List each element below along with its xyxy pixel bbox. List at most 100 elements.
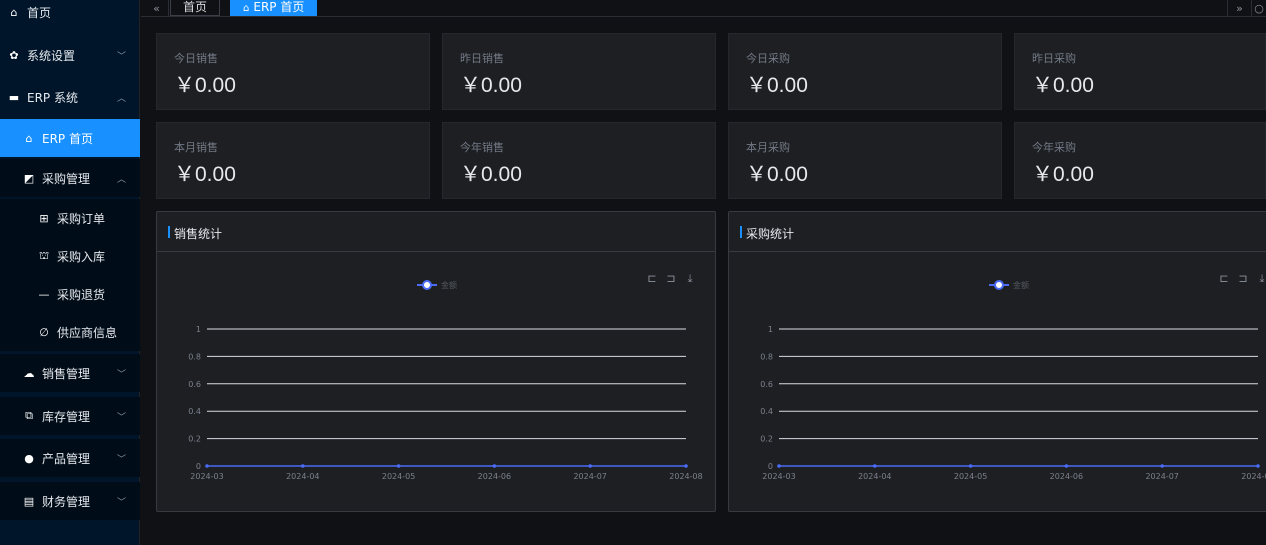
supplier-icon: ∅ bbox=[39, 325, 49, 339]
purchase-line-chart: 0 0.2 0.4 0.6 0.8 1 2024-03 2024-04 2024-05 2024-… bbox=[760, 280, 1266, 481]
sidebar-item-label: 供应商信息 bbox=[57, 325, 118, 340]
chevron-down-icon: ﹀ bbox=[116, 497, 126, 508]
sidebar-item-inventory-management[interactable]: ⧉ 库存管理 ﹀ bbox=[0, 397, 140, 435]
sidebar-item-purchase-return[interactable]: — 采购退货 bbox=[0, 275, 140, 313]
refresh-icon: ○ bbox=[1254, 1, 1264, 15]
sidebar-item-supplier-info[interactable]: ∅ 供应商信息 bbox=[0, 313, 140, 351]
y-tick-label: 0.6 bbox=[760, 380, 773, 389]
tab-label: ERP 首页 bbox=[253, 0, 305, 14]
y-tick-label: 0.2 bbox=[188, 435, 201, 444]
stat-label: 今日采购 bbox=[746, 52, 790, 65]
data-point bbox=[1064, 464, 1069, 468]
sidebar-item-label: 采购入库 bbox=[57, 249, 106, 264]
sidebar-item-label: 首页 bbox=[27, 5, 52, 20]
x-tick-label: 2024-03 bbox=[190, 472, 223, 481]
stat-value: ￥0.00 bbox=[460, 74, 522, 97]
stat-value: ￥0.00 bbox=[174, 163, 236, 186]
stat-card: 今日销售 ￥0.00 bbox=[156, 33, 430, 110]
stat-label: 今日销售 bbox=[174, 52, 218, 65]
stat-label: 本月采购 bbox=[746, 141, 790, 154]
sidebar-item-label: 库存管理 bbox=[42, 409, 91, 424]
cloud-icon: ☁ bbox=[23, 366, 35, 380]
tab-scroll-left-button[interactable]: « bbox=[145, 0, 169, 16]
minus-icon: — bbox=[38, 287, 50, 301]
tab-home[interactable]: 首页 bbox=[170, 0, 221, 16]
stat-value: ￥0.00 bbox=[1032, 74, 1094, 97]
sales-statistics-panel: 销售统计 ⊏ ⊐ ⤓ 0 0.2 0.4 0.6 0.8 1 2024-03 2024-04 2… bbox=[156, 211, 716, 512]
sidebar-item-erp-home[interactable]: ⌂ ERP 首页 bbox=[0, 119, 140, 157]
y-tick-label: 0.8 bbox=[188, 352, 201, 361]
panel-title: 采购统计 bbox=[746, 227, 795, 241]
sidebar-item-label: 系统设置 bbox=[27, 48, 76, 63]
sidebar-item-label: 采购退货 bbox=[57, 287, 106, 302]
x-tick-label: 2024-08 bbox=[1241, 472, 1266, 481]
sidebar-item-system-settings[interactable]: ✿ 系统设置 ﹀ bbox=[0, 36, 140, 74]
sidebar-item-label: 销售管理 bbox=[42, 366, 91, 381]
sidebar-item-sales-management[interactable]: ☁ 销售管理 ﹀ bbox=[0, 354, 140, 392]
stat-value: ￥0.00 bbox=[746, 163, 808, 186]
chevron-up-icon: ︿ bbox=[116, 174, 126, 185]
home-icon: ⌂ bbox=[25, 131, 33, 145]
stat-card: 今年采购 ￥0.00 bbox=[1014, 122, 1266, 199]
x-tick-label: 2024-04 bbox=[858, 472, 891, 481]
data-point bbox=[684, 464, 688, 468]
sidebar-item-product-management[interactable]: ● 产品管理 ﹀ bbox=[0, 439, 140, 477]
sidebar-item-purchase-management[interactable]: ◩ 采购管理 ︿ bbox=[0, 159, 140, 197]
purchase-statistics-panel: 采购统计 ⊏ ⊐ ⤓ 0 0.2 0.4 0.6 0.8 1 2024-03 2024-04 2… bbox=[728, 211, 1266, 512]
sidebar: ⌂ 首页 ✿ 系统设置 ﹀ ▬ ERP 系统 ︿ ⌂ ERP 首页 ◩ 采购管理… bbox=[0, 0, 140, 545]
chevron-up-icon: ︿ bbox=[116, 93, 126, 104]
y-tick-label: 0.4 bbox=[188, 407, 201, 416]
sidebar-item-label: 财务管理 bbox=[42, 494, 91, 509]
x-tick-label: 2024-07 bbox=[1145, 472, 1178, 481]
x-tick-label: 2024-07 bbox=[573, 472, 606, 481]
home-icon: ⌂ bbox=[10, 5, 18, 19]
x-tick-label: 2024-05 bbox=[382, 472, 415, 481]
purchase-icon: ◩ bbox=[23, 171, 35, 185]
double-chevron-left-icon: « bbox=[153, 1, 160, 15]
stat-card: 今日采购 ￥0.00 bbox=[728, 33, 1002, 110]
tab-erp-home[interactable]: ⌂ ERP 首页 bbox=[230, 0, 318, 16]
stat-value: ￥0.00 bbox=[174, 74, 236, 97]
tab-refresh-button[interactable]: ○ bbox=[1251, 0, 1266, 16]
home-icon: ⌂ bbox=[243, 3, 250, 14]
x-tick-label: 2024-06 bbox=[1050, 472, 1083, 481]
stat-label: 昨日销售 bbox=[460, 52, 504, 65]
sidebar-item-erp-system[interactable]: ▬ ERP 系统 ︿ bbox=[0, 78, 140, 116]
title-accent-bar bbox=[168, 226, 170, 238]
stat-value: ￥0.00 bbox=[460, 163, 522, 186]
sidebar-item-home[interactable]: ⌂ 首页 bbox=[0, 0, 140, 31]
stat-card: 昨日销售 ￥0.00 bbox=[442, 33, 716, 110]
warehouse-icon: ⛫ bbox=[38, 248, 50, 262]
stat-label: 今年采购 bbox=[1032, 141, 1076, 154]
panel-title: 销售统计 bbox=[174, 227, 223, 241]
gear-icon: ✿ bbox=[9, 48, 19, 62]
grid-icon: ⊞ bbox=[39, 211, 49, 225]
y-tick-label: 1 bbox=[196, 325, 201, 334]
data-point bbox=[873, 464, 877, 468]
sidebar-item-finance-management[interactable]: ▤ 财务管理 ﹀ bbox=[0, 482, 140, 520]
data-point bbox=[396, 464, 401, 468]
stat-card: 本月销售 ￥0.00 bbox=[156, 122, 430, 199]
chevron-down-icon: ﹀ bbox=[116, 454, 126, 465]
panel-header: 采购统计 bbox=[729, 212, 1266, 252]
data-point bbox=[777, 464, 781, 468]
legend-marker bbox=[994, 280, 1004, 290]
stat-label: 今年销售 bbox=[460, 141, 504, 154]
stat-card: 本月采购 ￥0.00 bbox=[728, 122, 1002, 199]
chevron-down-icon: ﹀ bbox=[116, 412, 126, 423]
double-chevron-right-icon: » bbox=[1236, 1, 1243, 15]
y-tick-label: 0 bbox=[768, 462, 773, 471]
sidebar-item-purchase-inbound[interactable]: ⛫ 采购入库 bbox=[0, 237, 140, 275]
legend-label: 金额 bbox=[1013, 280, 1029, 290]
y-tick-label: 0 bbox=[196, 462, 201, 471]
x-tick-label: 2024-03 bbox=[762, 472, 795, 481]
tabs-bar: « 首页 ⌂ ERP 首页 » ○ bbox=[141, 0, 1266, 17]
tab-scroll-right-button[interactable]: » bbox=[1227, 0, 1251, 16]
data-point bbox=[492, 464, 497, 468]
data-point bbox=[301, 464, 305, 468]
stat-label: 本月销售 bbox=[174, 141, 218, 154]
sidebar-item-purchase-order[interactable]: ⊞ 采购订单 bbox=[0, 199, 140, 237]
title-accent-bar bbox=[740, 226, 742, 238]
stat-value: ￥0.00 bbox=[1032, 163, 1094, 186]
x-tick-label: 2024-08 bbox=[669, 472, 702, 481]
